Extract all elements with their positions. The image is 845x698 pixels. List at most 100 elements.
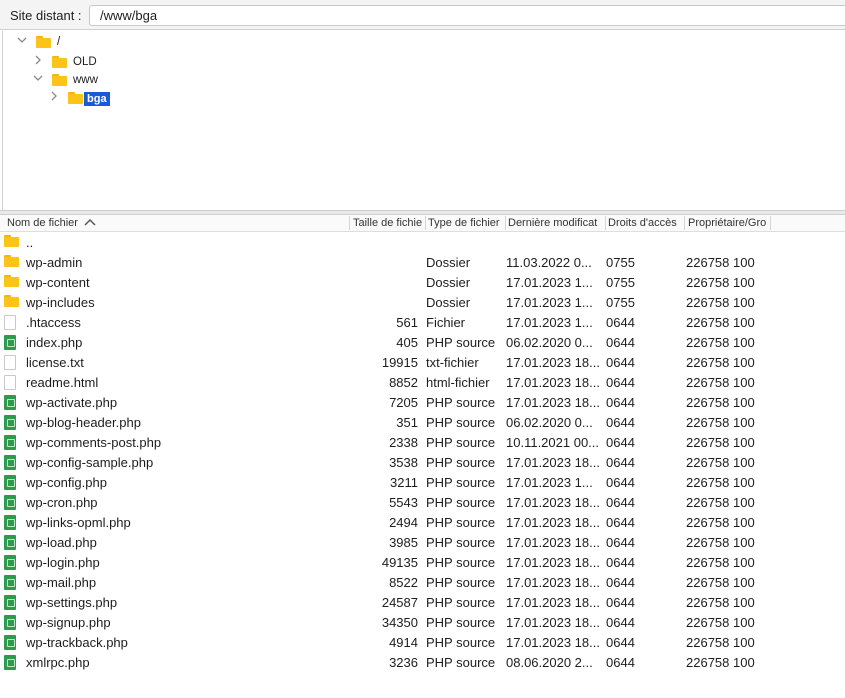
table-row[interactable]: readme.html 8852 html-fichier 17.01.2023 18… [0, 372, 845, 392]
file-owner: 226758 100 [686, 615, 755, 630]
file-name: readme.html [26, 375, 99, 390]
tree-label-www: www [73, 74, 98, 86]
table-row[interactable]: wp-includes Dossier 17.01.2023 1... 0755 226… [0, 292, 845, 312]
file-type: PHP source [426, 535, 496, 550]
file-name: xmlrpc.php [26, 655, 90, 670]
column-header-name[interactable]: Nom de fichier [7, 217, 347, 229]
file-name: index.php [26, 335, 83, 350]
file-modified-date: 17.01.2023 18... [506, 455, 600, 470]
table-row[interactable]: wp-blog-header.php 351 PHP source 06.02.202… [0, 412, 845, 432]
php-file-icon [4, 655, 20, 670]
php-file-icon [4, 535, 20, 550]
file-size: 2494 [389, 515, 418, 530]
table-row[interactable]: wp-cron.php 5543 PHP source 17.01.2023 18..… [0, 492, 845, 512]
chevron-right-icon[interactable] [33, 55, 45, 71]
file-permissions: 0644 [606, 655, 635, 670]
chevron-down-icon[interactable] [17, 35, 29, 51]
file-name: wp-comments-post.php [26, 435, 162, 450]
file-modified-date: 17.01.2023 18... [506, 635, 600, 650]
file-size: 2338 [389, 435, 418, 450]
file-name: license.txt [26, 355, 84, 370]
file-size: 49135 [381, 555, 418, 570]
file-type: PHP source [426, 415, 496, 430]
chevron-right-icon[interactable] [49, 91, 61, 107]
file-modified-date: 17.01.2023 18... [506, 375, 600, 390]
file-modified-date: 06.02.2020 0... [506, 335, 593, 350]
remote-path-input[interactable]: /www/bga [89, 5, 845, 26]
column-header-type[interactable]: Type de fichier [428, 217, 505, 229]
file-owner: 226758 100 [686, 435, 755, 450]
file-owner: 226758 100 [686, 315, 755, 330]
file-size: 405 [396, 335, 418, 350]
file-name: wp-settings.php [26, 595, 118, 610]
file-permissions: 0644 [606, 495, 635, 510]
table-row[interactable]: index.php 405 PHP source 06.02.2020 0... 064… [0, 332, 845, 352]
table-row[interactable]: wp-config.php 3211 PHP source 17.01.2023 1.… [0, 472, 845, 492]
file-permissions: 0644 [606, 535, 635, 550]
folder-icon [52, 56, 67, 68]
folder-icon [4, 235, 20, 249]
table-row[interactable]: wp-trackback.php 4914 PHP source 17.01.2023… [0, 632, 845, 652]
table-row[interactable]: xmlrpc.php 3236 PHP source 08.06.2020 2... 0… [0, 652, 845, 672]
table-row[interactable]: wp-config-sample.php 3538 PHP source 17.01.… [0, 452, 845, 472]
table-row[interactable]: wp-comments-post.php 2338 PHP source 10.11.… [0, 432, 845, 452]
folder-icon [68, 92, 83, 104]
file-modified-date: 17.01.2023 18... [506, 555, 600, 570]
file-name: wp-config-sample.php [26, 455, 154, 470]
file-size: 561 [396, 315, 418, 330]
remote-site-label: Site distant : [10, 8, 82, 23]
file-size: 8852 [389, 375, 418, 390]
table-row[interactable]: wp-login.php 49135 PHP source 17.01.2023 18… [0, 552, 845, 572]
table-row[interactable]: wp-content Dossier 17.01.2023 1... 0755 2267… [0, 272, 845, 292]
file-modified-date: 08.06.2020 2... [506, 655, 593, 670]
column-divider[interactable] [770, 216, 771, 230]
php-file-icon [4, 595, 20, 610]
file-type: PHP source [426, 515, 496, 530]
file-permissions: 0644 [606, 555, 635, 570]
table-row[interactable]: wp-load.php 3985 PHP source 17.01.2023 18..… [0, 532, 845, 552]
column-header-size[interactable]: Taille de fichie [353, 217, 425, 229]
table-row[interactable]: wp-settings.php 24587 PHP source 17.01.2023… [0, 592, 845, 612]
file-list-header: Nom de fichier Taille de fichie Type de … [0, 215, 845, 232]
column-header-permissions[interactable]: Droits d'accès [608, 217, 684, 229]
file-icon [4, 355, 20, 370]
table-row[interactable]: wp-links-opml.php 2494 PHP source 17.01.202… [0, 512, 845, 532]
file-type: Fichier [426, 315, 466, 330]
file-modified-date: 17.01.2023 18... [506, 575, 600, 590]
file-permissions: 0644 [606, 395, 635, 410]
file-size: 8522 [389, 575, 418, 590]
folder-icon [4, 255, 20, 269]
file-type: PHP source [426, 555, 496, 570]
table-row[interactable]: .htaccess 561 Fichier 17.01.2023 1... 0644 22… [0, 312, 845, 332]
file-modified-date: 17.01.2023 18... [506, 535, 600, 550]
chevron-down-icon[interactable] [33, 73, 45, 89]
column-divider[interactable] [505, 216, 506, 230]
column-divider[interactable] [684, 216, 685, 230]
file-owner: 226758 100 [686, 255, 755, 270]
column-divider[interactable] [425, 216, 426, 230]
file-permissions: 0644 [606, 315, 635, 330]
file-owner: 226758 100 [686, 375, 755, 390]
table-row[interactable]: wp-signup.php 34350 PHP source 17.01.2023 1… [0, 612, 845, 632]
column-header-date[interactable]: Dernière modificat [508, 217, 605, 229]
file-owner: 226758 100 [686, 295, 755, 310]
php-file-icon [4, 435, 20, 450]
file-name: wp-links-opml.php [26, 515, 131, 530]
table-row[interactable]: wp-activate.php 7205 PHP source 17.01.2023 … [0, 392, 845, 412]
directory-tree: / OLD www bga [2, 31, 845, 211]
file-icon [4, 375, 20, 390]
file-type: PHP source [426, 475, 496, 490]
table-row[interactable]: wp-admin Dossier 11.03.2022 0... 0755 226758… [0, 252, 845, 272]
file-icon [4, 315, 20, 330]
table-row[interactable]: wp-mail.php 8522 PHP source 17.01.2023 18..… [0, 572, 845, 592]
tree-label-root: / [57, 36, 61, 48]
column-divider[interactable] [349, 216, 350, 230]
file-owner: 226758 100 [686, 515, 755, 530]
file-modified-date: 17.01.2023 18... [506, 615, 600, 630]
table-row[interactable]: license.txt 19915 txt-fichier 17.01.2023 18… [0, 352, 845, 372]
php-file-icon [4, 475, 20, 490]
column-header-owner[interactable]: Propriétaire/Gro [688, 217, 770, 229]
table-row[interactable]: .. [0, 232, 845, 252]
column-divider[interactable] [605, 216, 606, 230]
file-permissions: 0755 [606, 295, 635, 310]
